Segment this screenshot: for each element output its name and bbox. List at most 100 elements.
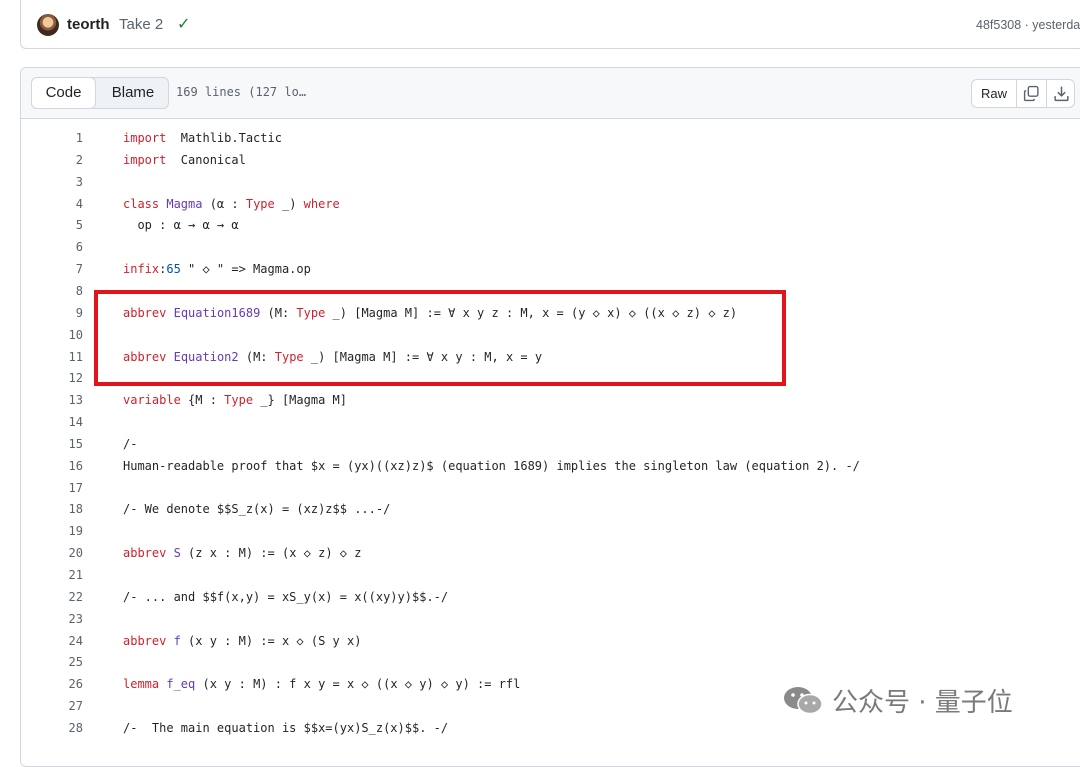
blame-tab[interactable]: Blame — [98, 78, 168, 108]
line-number[interactable]: 26 — [51, 673, 83, 695]
wechat-icon — [782, 684, 824, 716]
check-icon[interactable]: ✓ — [177, 14, 190, 34]
code-line: 4 class Magma (α : Type _) where — [21, 193, 1080, 215]
highlight-annotation-box — [94, 290, 786, 386]
code-text: import Mathlib.Tactic — [123, 127, 282, 149]
code-line: 21 — [21, 564, 1080, 586]
code-line: 5 op : α → α → α — [21, 214, 1080, 236]
line-number[interactable]: 24 — [51, 630, 83, 652]
line-number[interactable]: 22 — [51, 586, 83, 608]
code-line: 25 — [21, 651, 1080, 673]
code-token: (α : — [202, 196, 246, 211]
author-avatar[interactable] — [37, 14, 59, 36]
code-text: abbrev f (x y : M) := x ◇ (S y x) — [123, 630, 361, 652]
download-button[interactable] — [1047, 80, 1075, 107]
keyword-token: variable — [123, 393, 181, 408]
code-line: 17 — [21, 477, 1080, 499]
identifier-token: f — [173, 633, 181, 648]
code-token: /- The main equation is $$x=(yx)S_z(x)$$… — [123, 720, 449, 735]
raw-button[interactable]: Raw — [972, 80, 1017, 107]
latest-commit-bar: teorth Take 2 ✓ 48f5308 · yesterda — [20, 0, 1080, 49]
line-number[interactable]: 3 — [51, 171, 83, 193]
code-text: class Magma (α : Type _) where — [123, 193, 340, 215]
code-line: 3 — [21, 171, 1080, 193]
line-number[interactable]: 9 — [51, 302, 83, 324]
code-text: /- We denote $$S_z(x) = (xz)z$$ ...-/ — [123, 498, 390, 520]
code-text: op : α → α → α — [123, 214, 239, 236]
copy-button[interactable] — [1017, 80, 1047, 107]
code-line: 23 — [21, 608, 1080, 630]
commit-message[interactable]: Take 2 — [119, 16, 163, 33]
keyword-token: infix — [123, 262, 160, 277]
code-token: _) — [274, 196, 304, 211]
line-number[interactable]: 2 — [51, 149, 83, 171]
line-number[interactable]: 5 — [51, 214, 83, 236]
code-text: /- ... and $$f(x,y) = xS_y(x) = x((xy)y)… — [123, 586, 448, 608]
line-number[interactable]: 16 — [51, 455, 83, 477]
line-number[interactable]: 15 — [51, 433, 83, 455]
watermark-text: 公众号 · 量子位 — [832, 687, 1013, 718]
line-number[interactable]: 12 — [51, 367, 83, 389]
code-line: 15 /- — [21, 433, 1080, 455]
code-token: /- We denote $$S_z(x) = (xz)z$$ ...-/ — [123, 502, 391, 517]
keyword-token: Type — [245, 196, 275, 211]
code-line: 14 — [21, 411, 1080, 433]
line-number[interactable]: 25 — [51, 651, 83, 673]
code-line: 2 import Canonical — [21, 149, 1080, 171]
keyword-token: where — [303, 196, 340, 211]
line-number[interactable]: 10 — [51, 324, 83, 346]
line-number[interactable]: 28 — [51, 717, 83, 739]
code-token: op : α → α → α — [123, 218, 239, 233]
keyword-token: import — [123, 152, 167, 167]
line-number[interactable]: 21 — [51, 564, 83, 586]
copy-icon — [1023, 85, 1039, 102]
line-number[interactable]: 20 — [51, 542, 83, 564]
identifier-token: f_eq — [166, 677, 196, 692]
code-token: Human-readable proof that $x = (yx)((xz)… — [123, 458, 860, 473]
code-line: 7 infix:65 " ◇ " => Magma.op — [21, 258, 1080, 280]
identifier-token: Magma — [166, 196, 203, 211]
line-number[interactable]: 1 — [51, 127, 83, 149]
code-token: " ◇ " => Magma.op — [180, 262, 311, 277]
view-toggle: Code Blame — [31, 77, 169, 109]
line-number[interactable]: 18 — [51, 498, 83, 520]
code-line: 13 variable {M : Type _} [Magma M] — [21, 389, 1080, 411]
code-text: /- The main equation is $$x=(yx)S_z(x)$$… — [123, 717, 448, 739]
keyword-token: class — [123, 196, 160, 211]
code-text: variable {M : Type _} [Magma M] — [123, 389, 347, 411]
code-text: lemma f_eq (x y : M) : f x y = x ◇ ((x ◇… — [123, 673, 520, 695]
code-token: (z x : M) := (x ◇ z) ◇ z — [180, 546, 362, 561]
line-number[interactable]: 4 — [51, 193, 83, 215]
line-number[interactable]: 23 — [51, 608, 83, 630]
code-token: _} [Magma M] — [253, 393, 347, 408]
line-number[interactable]: 8 — [51, 280, 83, 302]
code-line: 16 Human-readable proof that $x = (yx)((x… — [21, 455, 1080, 477]
code-token: /- — [123, 436, 138, 451]
number-token: 65 — [166, 262, 181, 277]
commit-sha-time[interactable]: 48f5308 · yesterda — [976, 18, 1080, 32]
line-number[interactable]: 27 — [51, 695, 83, 717]
keyword-token: lemma — [123, 677, 160, 692]
download-icon — [1054, 86, 1069, 102]
code-token: {M : — [180, 393, 225, 408]
line-number[interactable]: 17 — [51, 477, 83, 499]
code-text: import Canonical — [123, 149, 246, 171]
code-token: Canonical — [166, 152, 246, 167]
keyword-token: import — [123, 131, 167, 145]
code-tab[interactable]: Code — [31, 77, 96, 109]
file-actions: Raw — [971, 79, 1075, 108]
lines-info: 169 lines (127 lo… — [176, 85, 307, 99]
identifier-token: S — [173, 546, 181, 561]
line-number[interactable]: 14 — [51, 411, 83, 433]
commit-author[interactable]: teorth — [67, 16, 110, 33]
line-number[interactable]: 7 — [51, 258, 83, 280]
line-number[interactable]: 11 — [51, 346, 83, 368]
line-number[interactable]: 6 — [51, 236, 83, 258]
code-text: abbrev S (z x : M) := (x ◇ z) ◇ z — [123, 542, 361, 564]
line-number[interactable]: 19 — [51, 520, 83, 542]
code-line: 19 — [21, 520, 1080, 542]
watermark: 公众号 · 量子位 — [782, 680, 1013, 720]
line-number[interactable]: 13 — [51, 389, 83, 411]
